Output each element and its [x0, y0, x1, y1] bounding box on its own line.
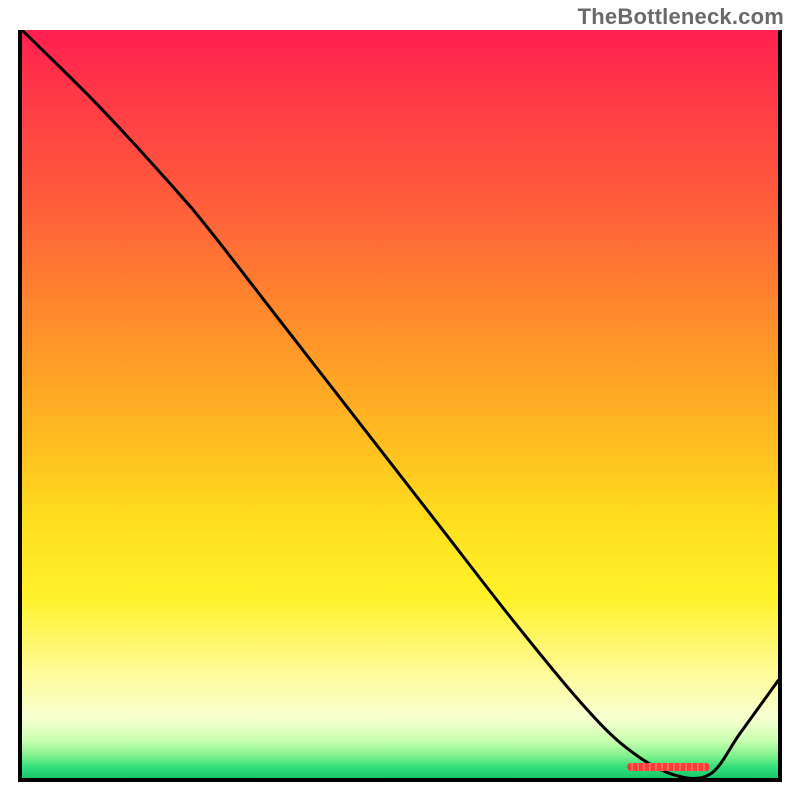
optimum-range-marker	[627, 763, 710, 771]
chart-background-gradient	[22, 30, 778, 778]
attribution-text: TheBottleneck.com	[578, 4, 784, 30]
chart-plot-area	[18, 30, 782, 782]
